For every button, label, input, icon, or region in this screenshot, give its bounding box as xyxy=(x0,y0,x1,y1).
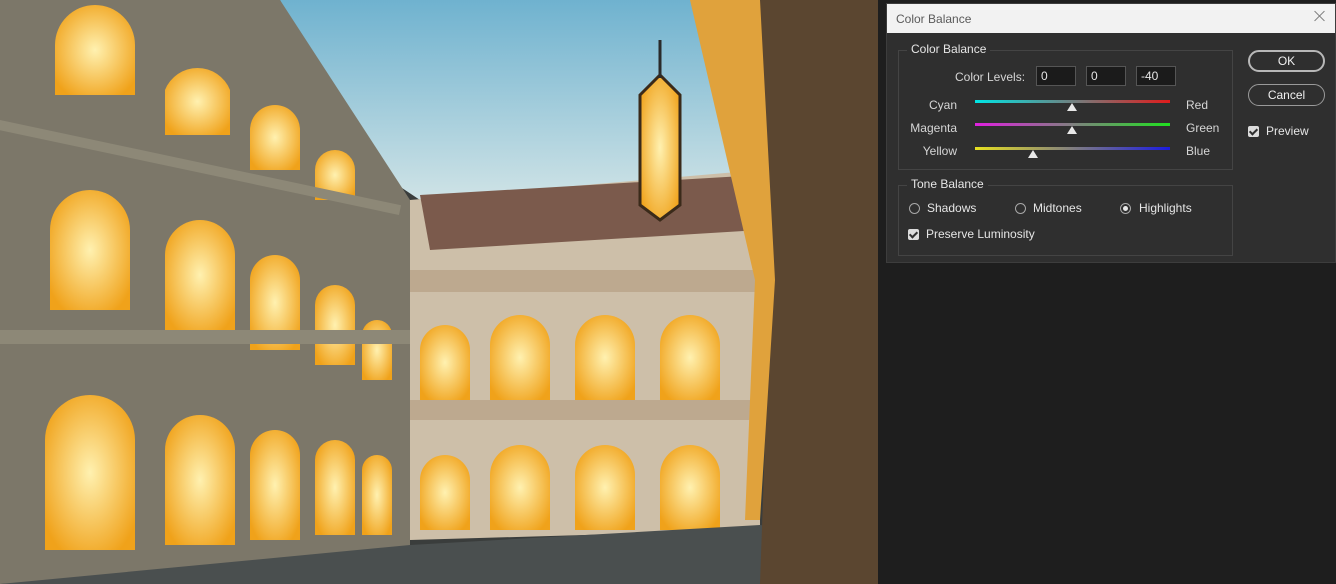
preview-checkbox[interactable] xyxy=(1248,126,1259,137)
midtones-radio[interactable] xyxy=(1015,203,1026,214)
photo-canvas xyxy=(0,0,878,584)
slider-green-label: Green xyxy=(1186,121,1220,135)
color-levels-label: Color Levels: xyxy=(955,70,1026,84)
slider-blue-label: Blue xyxy=(1186,144,1211,158)
level-yellow-blue-input[interactable] xyxy=(1136,66,1176,86)
slider-magenta-label: Magenta xyxy=(910,121,957,135)
slider-yellow-label: Yellow xyxy=(922,144,957,158)
preserve-luminosity-checkbox[interactable] xyxy=(908,229,919,240)
color-balance-legend: Color Balance xyxy=(907,42,991,56)
preserve-luminosity-label[interactable]: Preserve Luminosity xyxy=(926,227,1035,241)
level-magenta-green-input[interactable] xyxy=(1086,66,1126,86)
color-balance-dialog: Color Balance Color Balance Color Levels… xyxy=(886,3,1336,263)
dialog-title: Color Balance xyxy=(896,12,972,26)
tone-balance-group: Tone Balance Shadows Midtones Highlights… xyxy=(898,177,1233,256)
slider-cyan-label: Cyan xyxy=(928,98,957,112)
shadows-radio[interactable] xyxy=(909,203,920,214)
dialog-titlebar: Color Balance xyxy=(887,4,1335,33)
tone-balance-legend: Tone Balance xyxy=(907,177,988,191)
close-icon[interactable] xyxy=(1313,9,1327,23)
shadows-label[interactable]: Shadows xyxy=(927,201,976,215)
magenta-green-slider-thumb[interactable] xyxy=(1067,126,1077,134)
yellow-blue-slider-thumb[interactable] xyxy=(1028,150,1038,158)
highlights-label[interactable]: Highlights xyxy=(1139,201,1192,215)
midtones-label[interactable]: Midtones xyxy=(1033,201,1082,215)
level-cyan-red-input[interactable] xyxy=(1036,66,1076,86)
yellow-blue-slider-track[interactable] xyxy=(975,147,1170,150)
color-balance-group: Color Balance Color Levels: Cyan Red Mag… xyxy=(898,42,1233,170)
cancel-button[interactable]: Cancel xyxy=(1248,84,1325,106)
courtyard-photo xyxy=(0,0,878,584)
cyan-red-slider-thumb[interactable] xyxy=(1067,103,1077,111)
ok-button[interactable]: OK xyxy=(1248,50,1325,72)
highlights-radio[interactable] xyxy=(1120,203,1131,214)
slider-red-label: Red xyxy=(1186,98,1209,112)
preview-label[interactable]: Preview xyxy=(1266,124,1309,138)
